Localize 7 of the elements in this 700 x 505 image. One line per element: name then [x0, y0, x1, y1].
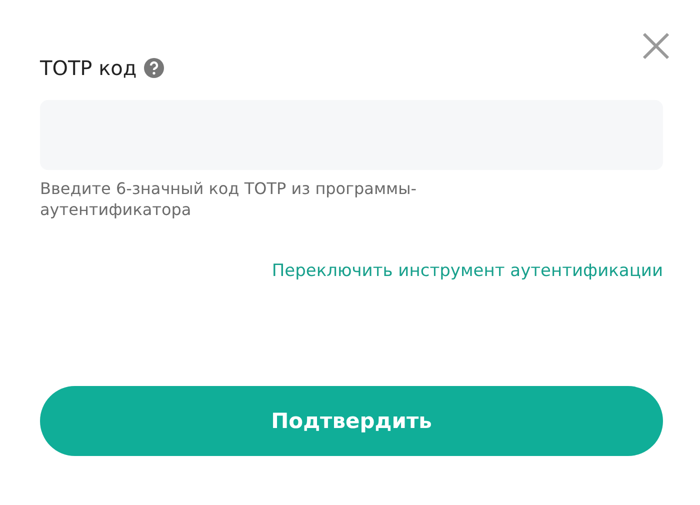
field-label: TOTP код	[40, 56, 137, 80]
field-hint: Введите 6-значный код TOTP из программы-аутентификатора	[40, 178, 418, 220]
close-button[interactable]	[642, 32, 670, 60]
help-icon[interactable]	[144, 58, 164, 78]
close-icon	[642, 32, 670, 60]
confirm-button[interactable]: Подтвердить	[40, 386, 663, 456]
switch-authenticator-link[interactable]: Переключить инструмент аутентификации	[272, 261, 663, 281]
